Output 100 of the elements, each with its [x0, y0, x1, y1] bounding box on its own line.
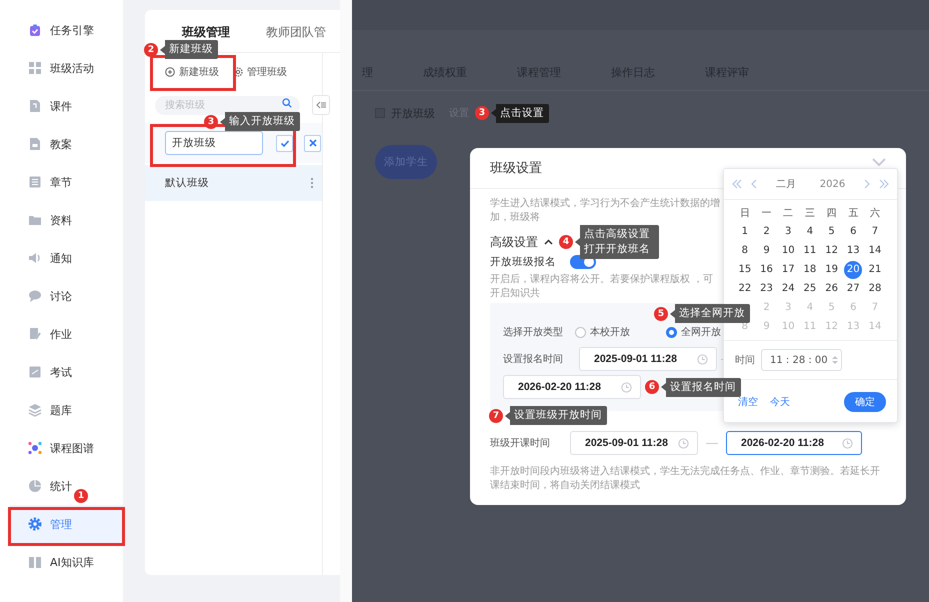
description: 学生进入结课模式，学习行为不会产生统计数据的增加，班级将: [490, 197, 721, 225]
day-cell[interactable]: 2: [758, 222, 776, 240]
sidebar-item[interactable]: 任务引擎: [28, 18, 94, 42]
day-cell[interactable]: 9: [758, 242, 776, 260]
day-cell[interactable]: 1: [736, 222, 754, 240]
day-cell[interactable]: 3: [779, 222, 798, 240]
section-title[interactable]: 高级设置: [490, 234, 538, 250]
double-chevron-right-icon[interactable]: [878, 179, 889, 189]
day-cell[interactable]: 25: [800, 280, 819, 298]
date-field[interactable]: 2026-02-20 11:28: [503, 375, 641, 399]
day-cell[interactable]: 11: [800, 242, 819, 260]
folder-icon: [28, 213, 42, 227]
speaker-icon: [28, 251, 42, 265]
weekday-label: 六: [868, 206, 881, 220]
sidebar-item[interactable]: 通知: [28, 246, 72, 270]
weekday-label: 二: [782, 206, 794, 220]
sidebar-item[interactable]: 班级活动: [28, 56, 94, 80]
manage-class-link[interactable]: 管理班级: [233, 65, 287, 79]
sidebar-item[interactable]: 考试: [28, 360, 72, 384]
day-cell[interactable]: 5: [822, 222, 841, 240]
day-cell[interactable]: 10: [779, 242, 798, 260]
time-label: 时间: [735, 354, 755, 367]
layers-icon: [28, 403, 42, 417]
sidebar-item[interactable]: 教案: [28, 132, 72, 156]
today-link[interactable]: 今天: [770, 395, 790, 409]
sidebar-item[interactable]: 统计: [28, 474, 72, 498]
day-cell[interactable]: 28: [866, 280, 884, 298]
cancel-button[interactable]: [304, 134, 321, 152]
more-icon[interactable]: [310, 177, 314, 189]
field-label: 班级开课时间: [490, 436, 551, 450]
date-field[interactable]: 2025-09-01 11:28: [579, 347, 717, 371]
day-cell[interactable]: 7: [866, 222, 884, 240]
clock-icon: [842, 438, 853, 448]
sidebar-item[interactable]: 题库: [28, 398, 72, 422]
day-cell[interactable]: 14: [866, 242, 884, 260]
confirm-button[interactable]: 确定: [844, 392, 886, 412]
day-cell[interactable]: 18: [800, 260, 819, 278]
day-cell[interactable]: 24: [779, 280, 798, 298]
date-field[interactable]: 2025-09-01 11:28: [570, 431, 698, 455]
day-cell[interactable]: 26: [822, 280, 841, 298]
day-cell[interactable]: 20: [844, 260, 862, 278]
chevron-down-icon[interactable]: [872, 158, 886, 168]
check-icon: [280, 138, 290, 148]
new-class-link[interactable]: 新建班级: [165, 65, 219, 79]
spinner-icon[interactable]: [832, 354, 838, 366]
day-cell[interactable]: 21: [866, 260, 884, 278]
chevron-up-icon[interactable]: [544, 239, 553, 245]
document-icon: [28, 99, 42, 113]
sidebar-item[interactable]: 作业: [28, 322, 72, 346]
day-cell[interactable]: 17: [779, 260, 798, 278]
day-cell[interactable]: 6: [844, 222, 862, 240]
hint-text: 开启后，课程内容将公开。若要保护课程版权 ，可开启知识共: [490, 273, 714, 301]
day-cell[interactable]: 16: [758, 260, 776, 278]
book-icon: [28, 555, 42, 569]
search-field[interactable]: 搜索班级: [155, 96, 300, 115]
confirm-button[interactable]: [276, 134, 293, 152]
sidebar-item[interactable]: 课程图谱: [28, 436, 94, 460]
sidebar-item[interactable]: 讨论: [28, 284, 72, 308]
collapse-button[interactable]: [312, 95, 330, 115]
day-cell[interactable]: 23: [758, 280, 776, 298]
tab[interactable]: 班级管理: [182, 25, 230, 39]
radio-button[interactable]: [666, 326, 677, 338]
month-label[interactable]: 二月: [776, 177, 796, 191]
day-cell[interactable]: 4: [800, 222, 819, 240]
double-chevron-left-icon[interactable]: [732, 179, 742, 189]
field-label: 开放班级报名: [490, 255, 556, 269]
class-name-input[interactable]: 开放班级: [165, 131, 263, 155]
radio-label: 全网开放: [681, 326, 721, 339]
list-icon: [28, 175, 42, 189]
weekday-label: 五: [847, 206, 860, 220]
day-cell[interactable]: 22: [736, 280, 754, 298]
tab[interactable]: 教师团队管: [266, 25, 326, 39]
sidebar-item[interactable]: 资料: [28, 208, 72, 232]
tooltip: 点击高级设置打开开放班名: [575, 225, 659, 259]
search-icon: [282, 98, 292, 108]
toggle-switch[interactable]: [570, 255, 596, 269]
date-field[interactable]: 2026-02-20 11:28: [726, 431, 862, 455]
day-cell[interactable]: 27: [844, 280, 862, 298]
sidebar-item[interactable]: 章节: [28, 170, 72, 194]
clear-link[interactable]: 清空: [738, 395, 758, 409]
sidebar-item[interactable]: 课件: [28, 94, 72, 118]
year-label[interactable]: 2026: [820, 178, 846, 190]
time-field[interactable]: 11 : 28 : 00: [761, 349, 842, 371]
clock-icon: [697, 354, 708, 364]
day-cell[interactable]: 8: [736, 242, 754, 260]
day-cell[interactable]: 15: [736, 260, 754, 278]
clipboard-icon: [28, 23, 42, 37]
document-icon: [28, 137, 42, 151]
sidebar-item[interactable]: 管理: [10, 505, 123, 543]
day-cell[interactable]: 12: [822, 242, 841, 260]
sidebar-item[interactable]: AI知识库: [28, 550, 94, 574]
collapse-icon: [316, 101, 326, 109]
class-item[interactable]: 默认班级: [145, 165, 322, 201]
exam-icon: [28, 365, 42, 379]
weekday-label: 一: [760, 206, 773, 220]
weekday-label: 三: [804, 206, 816, 220]
day-cell[interactable]: 13: [844, 242, 862, 260]
day-cell[interactable]: 19: [822, 260, 841, 278]
radio-button[interactable]: [575, 326, 586, 338]
pie-chart-icon: [28, 479, 42, 493]
